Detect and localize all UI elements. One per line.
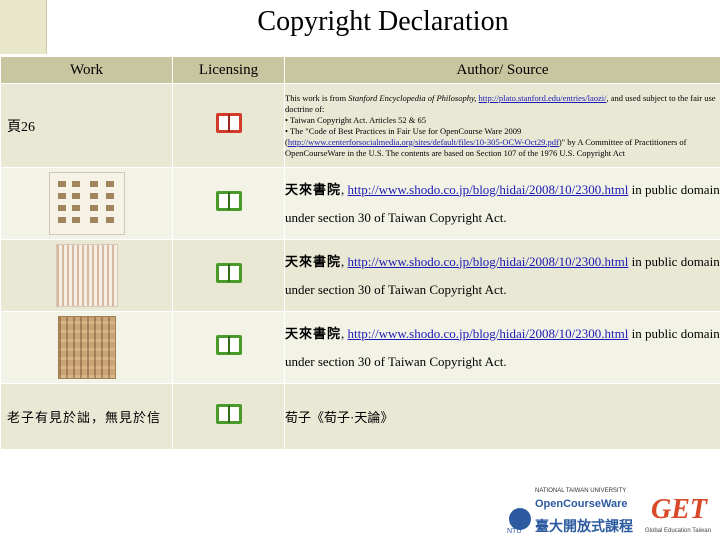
book-cover-image: [48, 172, 125, 235]
work-cell: [0, 311, 173, 384]
ntu-label: NTU: [507, 528, 522, 535]
copyright-table: Work Licensing Author/ Source 頁26 This w…: [0, 56, 720, 450]
source-link[interactable]: http://www.shodo.co.jp/blog/hidai/2008/1…: [348, 326, 629, 341]
bamboo-slips-image: [55, 244, 118, 307]
source-cell: 荀子《荀子·天論》: [284, 383, 720, 450]
green-book-icon: [215, 335, 242, 355]
source-separator: ,: [341, 325, 345, 341]
ocw-brand-label: OpenCourseWare: [535, 498, 628, 510]
red-book-icon: [215, 113, 242, 133]
source-text: 荀子《荀子·天論》: [285, 410, 394, 425]
source-separator: ,: [341, 253, 345, 269]
green-book-icon: [215, 263, 242, 283]
footer-logos: NTU NATIONAL TAIWAN UNIVERSITY OpenCours…: [507, 488, 712, 536]
green-book-icon: [215, 404, 242, 424]
source-name: 天來書院: [285, 181, 342, 197]
source-prefix: This work is from: [285, 92, 349, 103]
source-line-2: • Taiwan Copyright Act. Articles 52 & 65: [285, 114, 427, 125]
source-publication: Stanford Encyclopedia of Philosophy,: [348, 92, 477, 103]
source-link[interactable]: http://plato.stanford.edu/entries/laozi/: [479, 93, 607, 103]
ntu-logo-icon: [509, 508, 531, 530]
header-source: Author/ Source: [284, 56, 720, 84]
work-cell: 頁26: [0, 83, 173, 168]
silk-manuscript-image: [57, 316, 116, 379]
source-cell: 天來書院, http://www.shodo.co.jp/blog/hidai/…: [284, 239, 720, 312]
license-cell: [172, 83, 285, 168]
get-subtitle: Global Education Taiwan: [645, 528, 711, 534]
table-row: 天來書院, http://www.shodo.co.jp/blog/hidai/…: [0, 239, 720, 312]
source-separator: ,: [341, 181, 345, 197]
table-header-row: Work Licensing Author/ Source: [0, 56, 720, 84]
work-cell: [0, 167, 173, 240]
license-cell: [172, 383, 285, 450]
page-title: Copyright Declaration: [257, 6, 509, 37]
table-row: 天來書院, http://www.shodo.co.jp/blog/hidai/…: [0, 167, 720, 240]
source-link[interactable]: http://www.shodo.co.jp/blog/hidai/2008/1…: [348, 254, 629, 269]
title-bar: Copyright Declaration: [0, 0, 720, 54]
source-line-3: • The "Code of Best Practices in Fair Us…: [285, 125, 522, 136]
license-cell: [172, 239, 285, 312]
work-label: 老子有見於詘，無見於信: [7, 409, 162, 425]
table-row: 老子有見於詘，無見於信 荀子《荀子·天論》: [0, 383, 720, 450]
source-name: 天來書院: [285, 325, 342, 341]
work-cell: 老子有見於詘，無見於信: [0, 383, 173, 450]
ocw-university-label: NATIONAL TAIWAN UNIVERSITY: [535, 488, 627, 494]
source-link-2[interactable]: http://www.centerforsocialmedia.org/site…: [288, 137, 559, 147]
license-cell: [172, 311, 285, 384]
source-name: 天來書院: [285, 253, 342, 269]
work-label: 頁26: [7, 119, 35, 135]
header-work: Work: [0, 56, 173, 84]
get-logo: GET: [651, 494, 707, 525]
license-cell: [172, 167, 285, 240]
work-cell: [0, 239, 173, 312]
source-cell: This work is from Stanford Encyclopedia …: [284, 83, 720, 168]
title-accent-block: [0, 0, 47, 54]
table-row: 天來書院, http://www.shodo.co.jp/blog/hidai/…: [0, 311, 720, 384]
green-book-icon: [215, 191, 242, 211]
source-link[interactable]: http://www.shodo.co.jp/blog/hidai/2008/1…: [348, 182, 629, 197]
header-licensing: Licensing: [172, 56, 285, 84]
source-cell: 天來書院, http://www.shodo.co.jp/blog/hidai/…: [284, 167, 720, 240]
table-row: 頁26 This work is from Stanford Encyclope…: [0, 83, 720, 168]
ocw-chinese-label: 臺大開放式課程: [535, 519, 633, 535]
source-cell: 天來書院, http://www.shodo.co.jp/blog/hidai/…: [284, 311, 720, 384]
